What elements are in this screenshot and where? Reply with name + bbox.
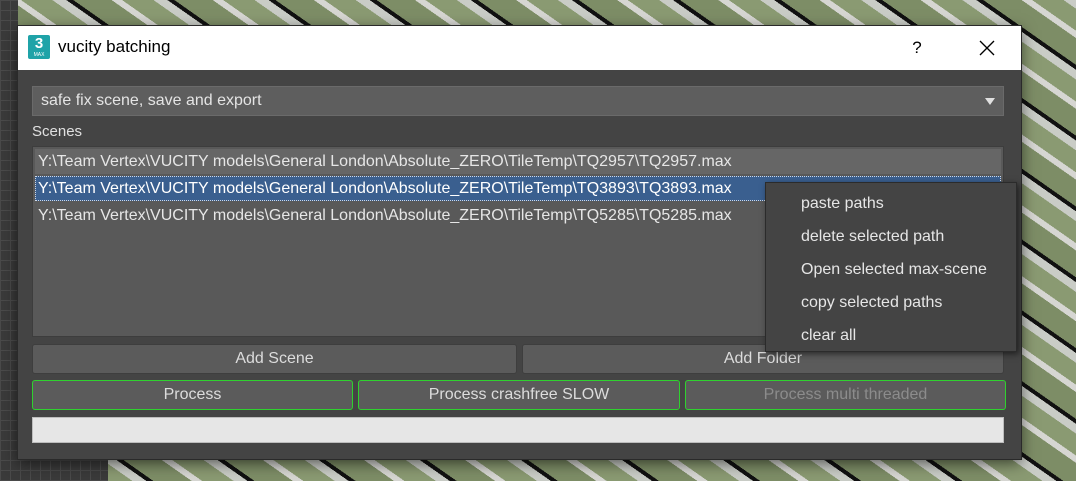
add-scene-button[interactable]: Add Scene — [32, 344, 517, 374]
menu-item-open-selected-max-scene[interactable]: Open selected max-scene — [766, 253, 1016, 286]
chevron-down-icon — [985, 98, 995, 105]
scenes-label: Scenes — [32, 123, 83, 140]
action-dropdown-value: safe fix scene, save and export — [41, 92, 262, 109]
app-icon-subtext: MAX — [33, 52, 45, 58]
process-button[interactable]: Process — [32, 380, 353, 410]
scene-list-item[interactable]: Y:\Team Vertex\VUCITY models\General Lon… — [35, 149, 1001, 174]
background-viewport-grid — [0, 0, 18, 300]
window-title: vucity batching — [58, 37, 171, 56]
title-bar[interactable]: 3 MAX vucity batching ? — [18, 26, 1021, 70]
menu-item-delete-selected-path[interactable]: delete selected path — [766, 220, 1016, 253]
progress-bar — [32, 417, 1004, 443]
close-icon — [979, 40, 995, 56]
context-menu: paste paths delete selected path Open se… — [765, 182, 1017, 352]
3dsmax-app-icon: 3 MAX — [28, 35, 50, 59]
help-button[interactable]: ? — [894, 26, 940, 70]
process-crashfree-button[interactable]: Process crashfree SLOW — [358, 380, 680, 410]
close-button[interactable] — [963, 26, 1009, 70]
menu-item-copy-selected-paths[interactable]: copy selected paths — [766, 286, 1016, 319]
process-multithreaded-button[interactable]: Process multi threaded — [685, 380, 1006, 410]
menu-item-clear-all[interactable]: clear all — [766, 319, 1016, 352]
menu-item-paste-paths[interactable]: paste paths — [766, 187, 1016, 220]
action-dropdown[interactable]: safe fix scene, save and export — [32, 86, 1004, 116]
